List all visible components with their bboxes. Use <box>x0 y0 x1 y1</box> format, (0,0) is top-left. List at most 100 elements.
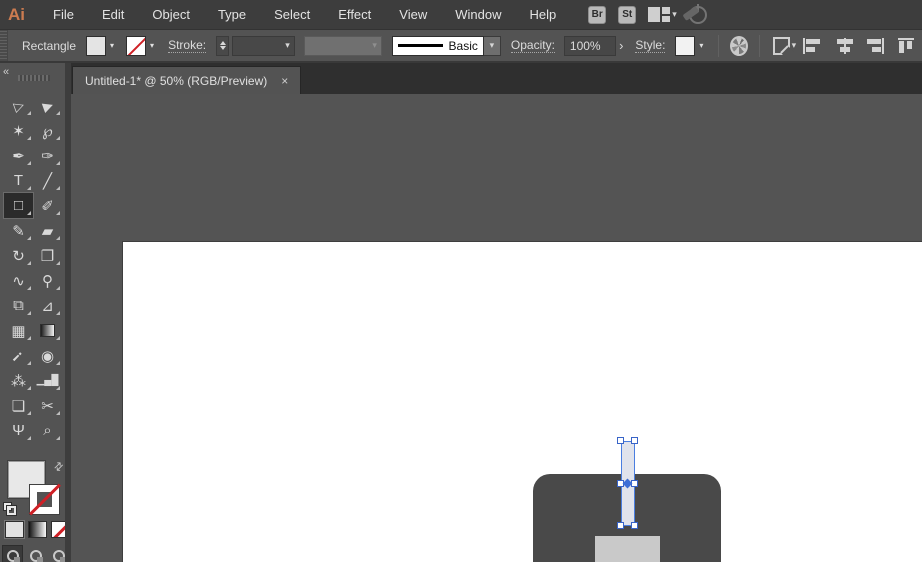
menu-file[interactable]: File <box>39 0 88 30</box>
blend-tool-icon: ◉ <box>40 347 55 365</box>
default-fill-stroke-icon[interactable] <box>3 502 17 516</box>
graphic-style-control[interactable]: ▾ <box>675 35 707 56</box>
symbol-sprayer-tool[interactable]: ⁂ <box>4 368 33 393</box>
zoom-tool[interactable]: ⌕ <box>33 418 62 443</box>
shaper-tool[interactable]: ✎ <box>4 218 33 243</box>
width-tool[interactable]: ∿ <box>4 268 33 293</box>
chevron-down-icon[interactable]: ▾ <box>695 41 707 50</box>
selection-handle-bottom-left[interactable] <box>617 522 624 529</box>
stock-button[interactable]: St <box>618 5 637 24</box>
stroke-weight-stepper[interactable] <box>216 35 230 56</box>
color-button[interactable] <box>5 521 24 538</box>
light-gray-square-shape[interactable] <box>595 536 660 562</box>
draw-behind-mode-button[interactable] <box>25 545 46 562</box>
close-tab-icon[interactable]: × <box>281 74 288 88</box>
magic-wand-tool[interactable]: ✶ <box>4 118 33 143</box>
hand-tool[interactable]: Ψ <box>4 418 33 443</box>
puppet-warp-tool[interactable]: ⚲ <box>33 268 62 293</box>
menu-window[interactable]: Window <box>441 0 515 30</box>
panel-grip[interactable] <box>18 75 50 81</box>
gradient-tool[interactable] <box>33 318 62 343</box>
gradient-button[interactable] <box>28 521 47 538</box>
align-top-icon[interactable] <box>897 37 915 54</box>
panel-grip-handle[interactable] <box>0 30 8 61</box>
document-tab-bar: Untitled-1* @ 50% (RGB/Preview) × <box>71 63 922 94</box>
menu-select[interactable]: Select <box>260 0 324 30</box>
symbol-sprayer-tool-icon: ⁂ <box>11 372 26 390</box>
pasteboard[interactable] <box>71 94 922 562</box>
eraser-tool[interactable]: ▰ <box>33 218 62 243</box>
stroke-proxy-swatch[interactable] <box>29 483 61 516</box>
pen-tool[interactable]: ✒ <box>4 143 33 168</box>
menu-view[interactable]: View <box>385 0 441 30</box>
rotate-tool[interactable]: ↻ <box>4 243 33 268</box>
brush-dropdown-button[interactable]: ▾ <box>483 35 501 56</box>
opacity-label[interactable]: Opacity: <box>510 38 555 53</box>
blend-tool[interactable]: ◉ <box>33 343 62 368</box>
chevron-down-icon[interactable]: ▾ <box>106 41 118 50</box>
scale-tool-icon: ❐ <box>40 247 55 265</box>
selection-handle-top-left[interactable] <box>617 437 624 444</box>
type-tool[interactable]: T <box>4 168 33 193</box>
menu-help[interactable]: Help <box>515 0 570 30</box>
eyedropper-tool[interactable]: ¡ <box>4 343 33 368</box>
scale-tool[interactable]: ❐ <box>33 243 62 268</box>
selection-tool[interactable]: ▷ <box>4 93 33 118</box>
workspace-switcher[interactable]: ▾ <box>648 7 677 22</box>
line-segment-tool[interactable]: ╱ <box>33 168 62 193</box>
artboard-tool[interactable]: ❏ <box>4 393 33 418</box>
paintbrush-tool[interactable]: ✐ <box>33 193 62 218</box>
draw-inside-icon <box>52 550 65 562</box>
tools-panel: « ▷ ▶ ✶ ℘ ✒ ✑ T ╱ □ ✐ ✎ ▰ ↻ ❐ ∿ ⚲ ⧉ ⊿ ▦ … <box>0 63 71 562</box>
curvature-tool[interactable]: ✑ <box>33 143 62 168</box>
touch-workspace-icon[interactable] <box>688 3 707 24</box>
draw-normal-mode-button[interactable] <box>2 545 23 562</box>
shape-builder-tool[interactable]: ⧉ <box>4 293 33 318</box>
menu-effect[interactable]: Effect <box>324 0 385 30</box>
opacity-field[interactable]: 100% <box>563 35 617 56</box>
document-area: Untitled-1* @ 50% (RGB/Preview) × <box>71 63 922 562</box>
context-label: Rectangle <box>21 38 77 53</box>
selection-handle-bottom-right[interactable] <box>631 522 638 529</box>
separator <box>759 34 761 57</box>
stroke-label[interactable]: Stroke: <box>168 38 207 53</box>
stroke-weight-dropdown[interactable]: ▾ <box>232 35 295 56</box>
align-center-icon[interactable] <box>835 37 853 54</box>
recolor-artwork-icon[interactable] <box>730 35 749 56</box>
opacity-flyout-arrow[interactable]: › <box>619 38 623 53</box>
bridge-button[interactable]: Br <box>588 5 607 24</box>
collapse-panel-button[interactable]: « <box>3 66 9 78</box>
draw-inside-mode-button[interactable] <box>48 545 65 562</box>
direct-selection-tool[interactable]: ▶ <box>33 93 62 118</box>
menu-edit[interactable]: Edit <box>88 0 138 30</box>
perspective-grid-tool[interactable]: ⊿ <box>33 293 62 318</box>
document-tab[interactable]: Untitled-1* @ 50% (RGB/Preview) × <box>72 66 302 94</box>
column-graph-tool[interactable]: ▁▄█ <box>33 368 62 393</box>
chevron-down-icon[interactable]: ▾ <box>146 41 158 50</box>
swap-fill-stroke-icon[interactable]: ⇄ <box>51 459 65 474</box>
align-left-icon[interactable] <box>803 37 821 54</box>
selection-handle-top-right[interactable] <box>631 437 638 444</box>
lasso-tool[interactable]: ℘ <box>33 118 62 143</box>
slice-tool[interactable]: ✂ <box>33 393 62 418</box>
style-label[interactable]: Style: <box>635 38 666 53</box>
mesh-tool[interactable]: ▦ <box>4 318 33 343</box>
gradient-tool-icon <box>40 324 55 337</box>
pen-tool-icon: ✒ <box>12 147 25 165</box>
menu-object[interactable]: Object <box>138 0 204 30</box>
artboard[interactable] <box>122 241 922 562</box>
brush-definition-value[interactable]: Basic <box>391 35 484 56</box>
style-swatch[interactable] <box>675 35 696 56</box>
width-tool-icon: ∿ <box>12 272 25 290</box>
none-slash-icon <box>29 483 61 516</box>
rectangle-tool[interactable]: □ <box>3 192 34 219</box>
stroke-none-swatch[interactable] <box>126 35 147 56</box>
menu-type[interactable]: Type <box>204 0 260 30</box>
fill-swatch[interactable] <box>86 35 107 56</box>
fill-color-control[interactable]: ▾ <box>86 35 118 56</box>
brush-definition-dropdown[interactable]: Basic ▾ <box>391 35 501 56</box>
stroke-color-control[interactable]: ▾ <box>126 35 158 56</box>
shape-properties-icon[interactable] <box>773 36 790 55</box>
align-right-icon[interactable] <box>866 37 884 54</box>
none-button[interactable] <box>51 521 65 538</box>
